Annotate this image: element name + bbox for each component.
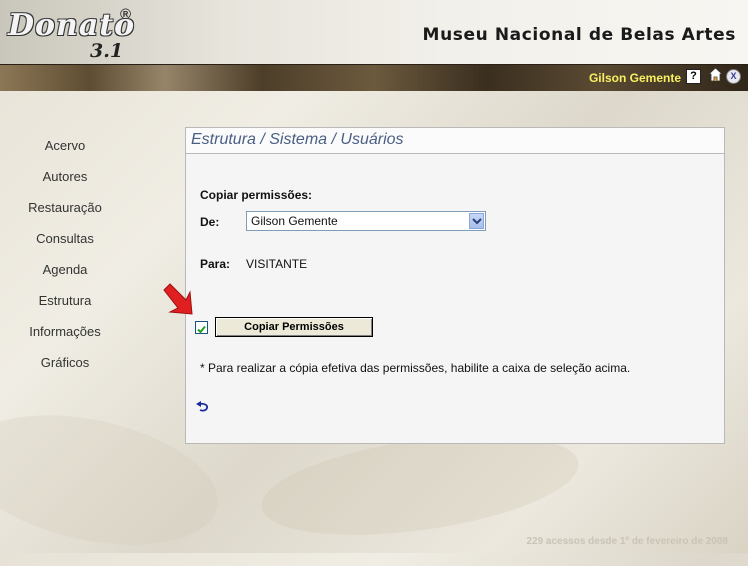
content-panel: Estrutura / Sistema / Usuários Copiar pe…	[185, 127, 725, 444]
access-counter: 229 acessos desde 1º de fevereiro de 200…	[526, 536, 728, 547]
close-icon[interactable]: X	[726, 69, 741, 84]
instruction-note: * Para realizar a cópia efetiva das perm…	[200, 361, 631, 375]
section-label: Copiar permissões:	[200, 188, 313, 202]
logo-registered-mark: ®	[120, 6, 132, 23]
sidebar-item-restauracao[interactable]: Restauração	[0, 192, 130, 223]
chevron-down-icon[interactable]	[469, 213, 484, 229]
check-icon	[197, 325, 206, 334]
de-label: De:	[200, 215, 220, 229]
header: Donato ® 3.1 Museu Nacional de Belas Art…	[0, 0, 748, 64]
sidebar-item-informacoes[interactable]: Informações	[0, 316, 130, 347]
sidebar-item-agenda[interactable]: Agenda	[0, 254, 130, 285]
home-icon[interactable]	[707, 67, 724, 82]
para-value: VISITANTE	[246, 257, 308, 271]
sidebar-item-graficos[interactable]: Gráficos	[0, 347, 130, 378]
copy-permissions-button[interactable]: Copiar Permissões	[215, 317, 373, 337]
logo-text: Donato	[8, 8, 136, 43]
de-select-value: Gilson Gemente	[251, 214, 338, 228]
de-select[interactable]: Gilson Gemente	[246, 211, 486, 231]
sidebar-item-autores[interactable]: Autores	[0, 161, 130, 192]
para-label: Para:	[200, 257, 231, 271]
undo-arrow-icon[interactable]	[195, 400, 209, 412]
museum-title: Museu Nacional de Belas Artes	[422, 25, 736, 45]
top-bar: Gilson Gemente ? X	[0, 64, 748, 91]
user-name[interactable]: Gilson Gemente	[589, 71, 681, 85]
app-logo: Donato ® 3.1	[8, 2, 138, 62]
sidebar-item-consultas[interactable]: Consultas	[0, 223, 130, 254]
confirm-checkbox[interactable]	[195, 321, 208, 334]
panel-title-bar: Estrutura / Sistema / Usuários	[186, 128, 724, 154]
sidebar-item-estrutura[interactable]: Estrutura	[0, 285, 130, 316]
help-icon[interactable]: ?	[686, 69, 701, 84]
logo-version: 3.1	[90, 40, 124, 62]
sidebar-nav: Acervo Autores Restauração Consultas Age…	[0, 130, 130, 378]
pointer-arrow-icon	[160, 280, 200, 320]
sidebar-item-acervo[interactable]: Acervo	[0, 130, 130, 161]
breadcrumb: Estrutura / Sistema / Usuários	[191, 131, 404, 148]
